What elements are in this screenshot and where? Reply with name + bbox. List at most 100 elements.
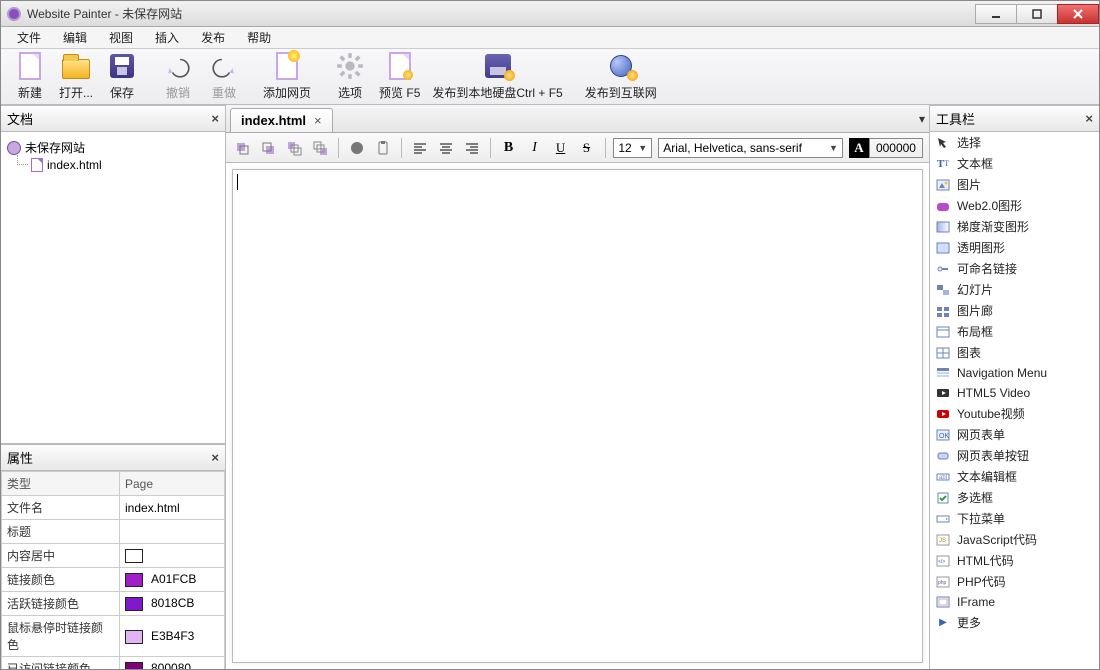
save-button[interactable]: 保存	[99, 50, 145, 103]
property-value[interactable]	[120, 520, 225, 544]
toolbox-item[interactable]: 网页表单按钮	[930, 445, 1099, 466]
toolbox-item[interactable]: 可命名链接	[930, 258, 1099, 279]
font-family-select[interactable]: Arial, Helvetica, sans-serif▼	[658, 138, 843, 158]
property-row[interactable]: 已访问链接颜色800080	[2, 657, 225, 669]
new-button[interactable]: 新建	[7, 50, 53, 103]
menu-insert[interactable]: 插入	[145, 27, 189, 48]
toolbox-item[interactable]: Web2.0图形	[930, 195, 1099, 216]
italic-button[interactable]: I	[525, 138, 545, 158]
properties-panel-close[interactable]: ×	[211, 450, 219, 465]
toolbox-more[interactable]: ▶更多	[930, 612, 1099, 633]
redo-button[interactable]: 重做	[201, 50, 247, 103]
options-button[interactable]: 选项	[327, 50, 373, 103]
fill-color-button[interactable]	[347, 138, 367, 158]
toolbox-item[interactable]: </>HTML代码	[930, 550, 1099, 571]
toolbox-item[interactable]: 透明图形	[930, 237, 1099, 258]
property-value[interactable]	[120, 544, 225, 568]
toolbox-item[interactable]: 下拉菜单	[930, 508, 1099, 529]
toolbox-item-label: 网页表单	[957, 426, 1094, 443]
bring-front-button[interactable]	[284, 138, 304, 158]
toolbox-item[interactable]: HTML5 Video	[930, 383, 1099, 403]
window-title: Website Painter - 未保存网站	[27, 5, 182, 22]
toolbox-item[interactable]: Youtube视频	[930, 403, 1099, 424]
toolbox-item[interactable]: TT 文本框	[930, 153, 1099, 174]
toolbox-item-icon	[935, 594, 951, 610]
project-icon	[7, 141, 21, 155]
color-swatch	[125, 573, 143, 587]
format-toolbar: B I U S 12▼ Arial, Helvetica, sans-serif…	[226, 133, 929, 163]
bold-button[interactable]: B	[499, 138, 519, 158]
publish-local-button[interactable]: 发布到本地硬盘Ctrl + F5	[426, 50, 568, 103]
property-key: 鼠标悬停时链接颜色	[2, 616, 120, 657]
toolbox-item[interactable]: JSJavaScript代码	[930, 529, 1099, 550]
property-row[interactable]: 活跃链接颜色8018CB	[2, 592, 225, 616]
tab-close[interactable]: ×	[314, 113, 322, 128]
toolbox-item-icon: TT	[935, 156, 951, 172]
toolbox-item-label: 文本框	[957, 155, 1094, 172]
font-size-select[interactable]: 12▼	[613, 138, 652, 158]
property-value[interactable]: index.html	[120, 496, 225, 520]
toolbox-item[interactable]: Navigation Menu	[930, 363, 1099, 383]
strike-button[interactable]: S	[577, 138, 597, 158]
close-button[interactable]	[1057, 4, 1099, 24]
file-node[interactable]: index.html	[7, 157, 219, 173]
toolbox-item[interactable]: OK网页表单	[930, 424, 1099, 445]
toolbox-item[interactable]: 幻灯片	[930, 279, 1099, 300]
property-row[interactable]: 标题	[2, 520, 225, 544]
text-color-control[interactable]: A 000000	[849, 138, 923, 158]
property-row[interactable]: 文件名index.html	[2, 496, 225, 520]
send-back-button[interactable]	[310, 138, 330, 158]
text-color-icon: A	[849, 138, 869, 158]
menu-file[interactable]: 文件	[7, 27, 51, 48]
toolbox-item[interactable]: 布局框	[930, 321, 1099, 342]
chevron-right-icon: ▶	[935, 615, 951, 631]
tabs-chevron[interactable]: ▾	[919, 112, 925, 126]
publish-web-button[interactable]: 发布到互联网	[579, 50, 663, 103]
toolbox-item-icon	[935, 261, 951, 277]
property-value[interactable]: A01FCB	[120, 568, 225, 592]
toolbox-item[interactable]: 多选框	[930, 487, 1099, 508]
tab-index[interactable]: index.html ×	[230, 108, 333, 132]
bring-forward-button[interactable]	[232, 138, 252, 158]
property-value[interactable]: 8018CB	[120, 592, 225, 616]
save-icon	[110, 54, 134, 78]
align-center-button[interactable]	[436, 138, 456, 158]
toolbox-item-label: JavaScript代码	[957, 531, 1094, 548]
toolbox-item[interactable]: 图片廊	[930, 300, 1099, 321]
toolbox-item[interactable]: 梯度渐变图形	[930, 216, 1099, 237]
menu-edit[interactable]: 编辑	[53, 27, 97, 48]
maximize-button[interactable]	[1016, 4, 1058, 24]
menu-view[interactable]: 视图	[99, 27, 143, 48]
property-row[interactable]: 内容居中	[2, 544, 225, 568]
property-value[interactable]: E3B4F3	[120, 616, 225, 657]
toolbox-item[interactable]: phpPHP代码	[930, 571, 1099, 592]
toolbox-item[interactable]: IFrame	[930, 592, 1099, 612]
underline-button[interactable]: U	[551, 138, 571, 158]
project-node[interactable]: 未保存网站	[7, 138, 219, 157]
menu-publish[interactable]: 发布	[191, 27, 235, 48]
minimize-button[interactable]	[975, 4, 1017, 24]
preview-button[interactable]: 预览 F5	[373, 50, 426, 103]
align-left-button[interactable]	[410, 138, 430, 158]
open-button[interactable]: 打开...	[53, 50, 99, 103]
property-value[interactable]: 800080	[120, 657, 225, 669]
toolbox-close[interactable]: ×	[1085, 111, 1093, 126]
toolbox-item[interactable]: ab|文本编辑框	[930, 466, 1099, 487]
documents-panel-close[interactable]: ×	[211, 111, 219, 126]
send-backward-button[interactable]	[258, 138, 278, 158]
menu-help[interactable]: 帮助	[237, 27, 281, 48]
align-right-button[interactable]	[462, 138, 482, 158]
toolbox-item[interactable]: 图表	[930, 342, 1099, 363]
toolbox-item-icon	[935, 198, 951, 214]
toolbox-item-label: IFrame	[957, 595, 1094, 609]
toolbox-item[interactable]: 图片	[930, 174, 1099, 195]
undo-button[interactable]: 撤销	[155, 50, 201, 103]
add-page-button[interactable]: 添加网页	[257, 50, 317, 103]
property-row[interactable]: 链接颜色A01FCB	[2, 568, 225, 592]
canvas[interactable]	[232, 169, 923, 663]
paste-style-button[interactable]	[373, 138, 393, 158]
toolbox-item[interactable]: 选择	[930, 132, 1099, 153]
property-row[interactable]: 鼠标悬停时链接颜色E3B4F3	[2, 616, 225, 657]
svg-text:</>: </>	[938, 559, 945, 565]
svg-text:php: php	[938, 580, 947, 586]
